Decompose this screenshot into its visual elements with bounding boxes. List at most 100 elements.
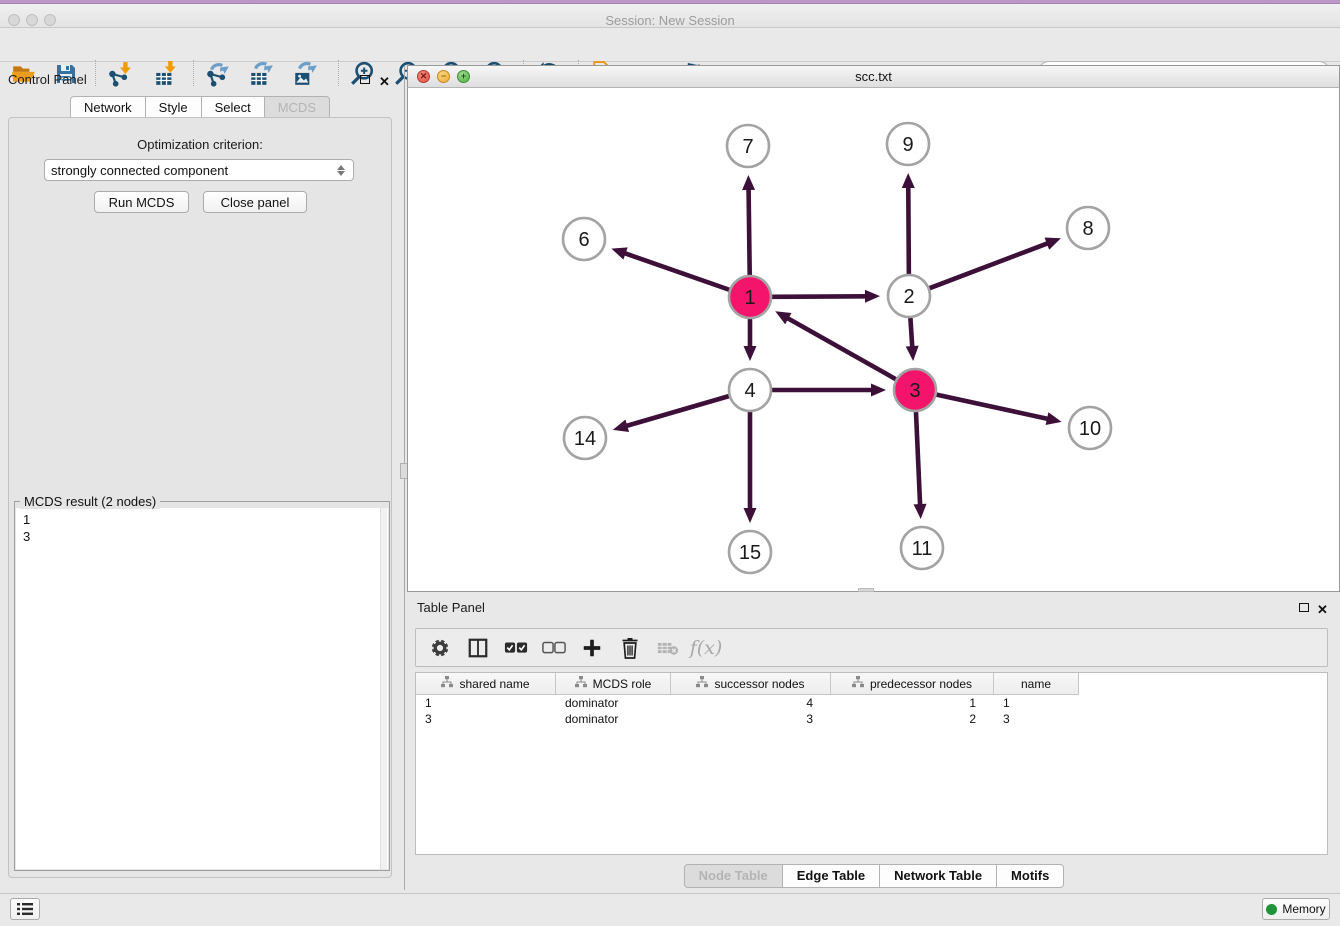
svg-text:1: 1 bbox=[744, 287, 755, 309]
arrowhead-icon bbox=[613, 419, 629, 431]
tab-edge-table[interactable]: Edge Table bbox=[783, 864, 880, 888]
hierarchy-icon bbox=[575, 676, 587, 691]
hierarchy-icon bbox=[441, 676, 453, 691]
control-panel-float-button[interactable] bbox=[360, 73, 373, 86]
column-header-mcds-role[interactable]: MCDS role bbox=[556, 673, 671, 695]
graph-node-6[interactable]: 6 bbox=[563, 218, 605, 260]
memory-button[interactable]: Memory bbox=[1262, 898, 1330, 920]
svg-text:15: 15 bbox=[739, 542, 761, 564]
result-scrollbar[interactable] bbox=[380, 508, 387, 869]
svg-text:3: 3 bbox=[909, 380, 920, 402]
graph-edge-3-1[interactable] bbox=[787, 318, 896, 380]
graph-node-14[interactable]: 14 bbox=[564, 417, 606, 459]
graph-node-11[interactable]: 11 bbox=[901, 527, 943, 569]
gear-icon[interactable] bbox=[428, 636, 452, 660]
graph-edge-2-8[interactable] bbox=[930, 243, 1049, 288]
table-cell: dominator bbox=[556, 711, 671, 727]
graph-edge-1-6[interactable] bbox=[624, 253, 730, 290]
close-panel-button[interactable]: Close panel bbox=[203, 191, 307, 213]
graph-edge-2-3[interactable] bbox=[910, 318, 912, 348]
graph-node-9[interactable]: 9 bbox=[887, 123, 929, 165]
svg-text:7: 7 bbox=[742, 136, 753, 158]
column-header-name[interactable]: name bbox=[994, 673, 1079, 695]
list-icon bbox=[17, 902, 33, 916]
column-selector-icon[interactable] bbox=[466, 636, 490, 660]
hierarchy-icon bbox=[696, 676, 708, 691]
table-cell: 3 bbox=[994, 711, 1079, 727]
arrowhead-icon bbox=[871, 384, 886, 397]
tab-network-table[interactable]: Network Table bbox=[880, 864, 997, 888]
arrowhead-icon bbox=[1045, 238, 1061, 250]
main-toolbar bbox=[0, 28, 1340, 62]
graph-node-2[interactable]: 2 bbox=[888, 275, 930, 317]
arrowhead-icon bbox=[902, 173, 915, 188]
graph-edge-4-14[interactable] bbox=[625, 396, 729, 426]
table-row[interactable]: 3dominator323 bbox=[416, 711, 1327, 727]
column-header-shared-name[interactable]: shared name bbox=[416, 673, 556, 695]
mcds-result-title: MCDS result (2 nodes) bbox=[20, 494, 160, 509]
optimization-criterion-select[interactable]: strongly connected component bbox=[44, 159, 354, 181]
column-header-predecessor-nodes[interactable]: predecessor nodes bbox=[831, 673, 994, 695]
table-cell: 4 bbox=[671, 695, 831, 711]
result-line: 3 bbox=[23, 528, 388, 545]
table-panel-title: Table Panel bbox=[417, 600, 485, 615]
float-icon bbox=[1299, 603, 1309, 612]
table-row[interactable]: 1dominator411 bbox=[416, 695, 1327, 711]
export-image-icon[interactable] bbox=[291, 60, 319, 88]
run-mcds-button[interactable]: Run MCDS bbox=[94, 191, 189, 213]
float-icon bbox=[360, 75, 370, 84]
arrowhead-icon bbox=[742, 175, 755, 190]
table-toolbar: f(x) bbox=[415, 628, 1328, 667]
node-table[interactable]: shared nameMCDS role successor nodes prede… bbox=[415, 672, 1328, 855]
table-panel-close-button[interactable]: ✕ bbox=[1317, 601, 1330, 614]
graph-edge-3-11[interactable] bbox=[916, 412, 920, 506]
arrowhead-icon bbox=[744, 508, 757, 523]
add-column-icon[interactable] bbox=[580, 636, 604, 660]
table-panel-float-button[interactable] bbox=[1299, 601, 1312, 614]
graph-edge-1-2[interactable] bbox=[772, 296, 867, 297]
column-header-successor-nodes[interactable]: successor nodes bbox=[671, 673, 831, 695]
graph-edge-3-10[interactable] bbox=[936, 395, 1048, 419]
graph-node-10[interactable]: 10 bbox=[1069, 407, 1111, 449]
combo-selected-value: strongly connected component bbox=[51, 163, 228, 178]
graph-node-8[interactable]: 8 bbox=[1067, 207, 1109, 249]
export-network-icon[interactable] bbox=[204, 60, 232, 88]
import-network-icon[interactable] bbox=[106, 60, 134, 88]
table-cell: 1 bbox=[994, 695, 1079, 711]
deselect-all-icon[interactable] bbox=[542, 636, 566, 660]
graph-node-1[interactable]: 1 bbox=[729, 276, 771, 318]
close-icon: ✕ bbox=[1317, 602, 1328, 617]
graph-edge-1-7[interactable] bbox=[749, 188, 750, 275]
import-table-icon[interactable] bbox=[152, 60, 180, 88]
network-window-title: scc.txt bbox=[407, 69, 1340, 84]
toolbar-separator bbox=[95, 60, 96, 86]
export-table-icon[interactable] bbox=[247, 60, 275, 88]
status-bar bbox=[0, 893, 1340, 926]
graph-node-7[interactable]: 7 bbox=[727, 125, 769, 167]
table-cell: 2 bbox=[831, 711, 994, 727]
table-cell: dominator bbox=[556, 695, 671, 711]
network-resize-grip[interactable] bbox=[858, 588, 874, 592]
network-canvas[interactable]: 7 9 6 8 1 2 4 3 14 10 15 11 bbox=[408, 89, 1339, 588]
table-cell: 3 bbox=[416, 711, 556, 727]
column-header-label: predecessor nodes bbox=[870, 677, 972, 691]
table-cell: 1 bbox=[416, 695, 556, 711]
arrowhead-icon bbox=[611, 247, 627, 259]
control-panel-close-button[interactable]: ✕ bbox=[379, 73, 392, 86]
arrowhead-icon bbox=[906, 346, 919, 361]
graph-edge-2-9[interactable] bbox=[908, 186, 909, 274]
graph-node-4[interactable]: 4 bbox=[729, 369, 771, 411]
column-header-label: successor nodes bbox=[714, 677, 804, 691]
session-title: Session: New Session bbox=[0, 13, 1340, 28]
graph-node-3[interactable]: 3 bbox=[894, 369, 936, 411]
tab-node-table[interactable]: Node Table bbox=[684, 864, 783, 888]
task-history-button[interactable] bbox=[10, 898, 40, 920]
delete-column-icon[interactable] bbox=[618, 636, 642, 660]
chevron-updown-icon bbox=[337, 165, 347, 176]
graph-node-15[interactable]: 15 bbox=[729, 531, 771, 573]
memory-status-dot bbox=[1266, 904, 1277, 915]
select-all-icon[interactable] bbox=[504, 636, 528, 660]
mcds-result-list[interactable]: 13 bbox=[16, 508, 388, 869]
tab-motifs[interactable]: Motifs bbox=[997, 864, 1064, 888]
close-icon: ✕ bbox=[379, 74, 390, 89]
